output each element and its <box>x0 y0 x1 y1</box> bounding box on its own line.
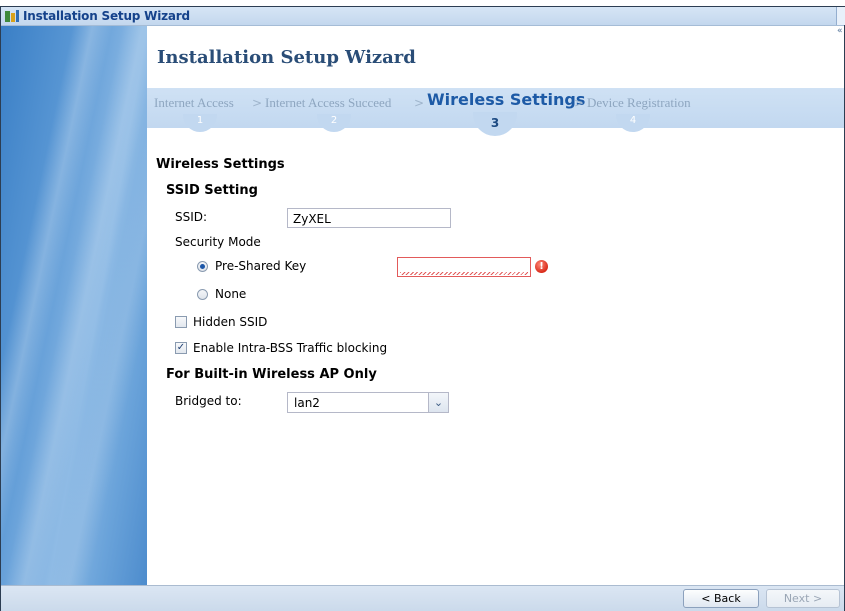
window-corner-tab[interactable] <box>836 7 845 25</box>
wizard-footer: < Back Next > <box>1 585 844 611</box>
step-internet-access-succeed: Internet Access Succeed <box>265 95 392 110</box>
none-label: None <box>215 287 247 301</box>
intra-bss-label: Enable Intra-BSS Traffic blocking <box>193 341 388 355</box>
hidden-ssid-checkbox[interactable] <box>175 316 187 328</box>
wizard-content: Installation Setup Wizard Internet Acces… <box>147 26 844 585</box>
section-title-ssid-setting: SSID Setting <box>166 183 258 198</box>
step-separator: > <box>414 96 425 110</box>
step-number-4: 4 <box>616 114 650 132</box>
wizard-window: Installation Setup Wizard Installation S… <box>0 6 845 611</box>
next-button[interactable]: Next > <box>766 589 840 608</box>
step-separator: > <box>574 96 585 110</box>
error-icon: ! <box>535 260 548 273</box>
bridged-to-label: Bridged to: <box>175 394 242 408</box>
pre-shared-key-label: Pre-Shared Key <box>215 259 307 273</box>
step-wireless-settings: Wireless Settings <box>427 90 586 109</box>
intra-bss-checkbox[interactable]: ✓ <box>175 342 187 354</box>
step-number-1: 1 <box>183 114 217 132</box>
step-separator: > <box>252 96 263 110</box>
step-number-3: 3 <box>473 112 517 136</box>
bridged-to-value: lan2 <box>294 396 320 410</box>
window-title: Installation Setup Wizard <box>23 9 190 23</box>
pre-shared-key-input[interactable] <box>397 257 531 277</box>
wizard-steps-bar: Internet Access > Internet Access Succee… <box>147 88 844 136</box>
page-title: Installation Setup Wizard <box>157 47 416 68</box>
step-number-2: 2 <box>317 114 351 132</box>
ssid-label: SSID: <box>175 210 208 224</box>
none-radio[interactable] <box>197 289 208 300</box>
back-button[interactable]: < Back <box>683 589 759 608</box>
window-titlebar: Installation Setup Wizard <box>1 7 845 26</box>
ssid-input[interactable]: ZyXEL <box>287 208 451 228</box>
section-title-builtin-ap: For Built-in Wireless AP Only <box>166 367 377 382</box>
hidden-ssid-label: Hidden SSID <box>193 315 268 329</box>
pre-shared-key-radio[interactable] <box>197 261 208 272</box>
wizard-side-banner <box>1 26 147 585</box>
wizard-app-icon <box>5 10 19 22</box>
checkmark-icon: ✓ <box>176 342 186 353</box>
chevron-down-icon[interactable]: ⌄ <box>428 393 448 412</box>
collapse-icon[interactable]: « <box>837 26 844 44</box>
step-device-registration: Device Registration <box>587 95 691 110</box>
bridged-to-select[interactable]: lan2 ⌄ <box>287 392 449 413</box>
invalid-underline <box>400 272 528 275</box>
security-mode-label: Security Mode <box>175 235 261 249</box>
section-title-wireless-settings: Wireless Settings <box>156 157 285 172</box>
step-internet-access: Internet Access <box>154 95 234 110</box>
ssid-value: ZyXEL <box>293 212 331 226</box>
